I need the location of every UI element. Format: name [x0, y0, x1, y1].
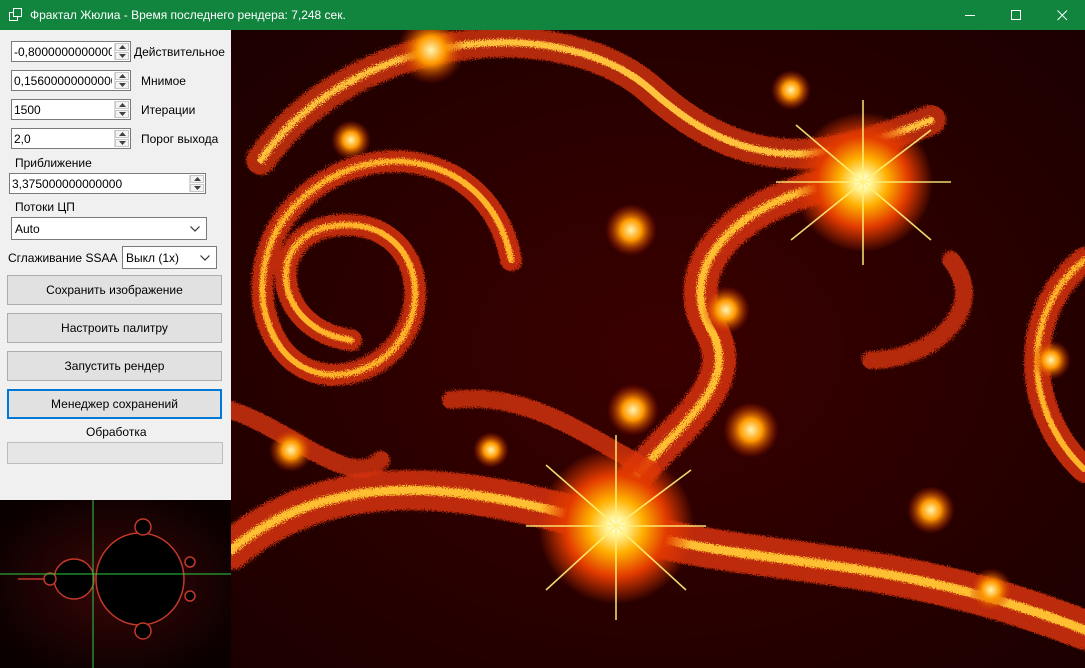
- threshold-label: Порог выхода: [141, 132, 219, 146]
- zoom-spinner[interactable]: 3,375000000000000: [9, 173, 206, 194]
- threads-value: Auto: [15, 222, 40, 236]
- app-icon: [9, 8, 22, 21]
- julia-fractal-image: [231, 30, 1085, 668]
- spinner-arrows: [189, 175, 204, 192]
- threads-dropdown[interactable]: Auto: [11, 217, 207, 240]
- start-render-button[interactable]: Запустить рендер: [7, 351, 222, 381]
- real-part-spinner[interactable]: -0,800000000000000: [11, 41, 131, 62]
- threshold-spinner[interactable]: 2,0: [11, 128, 131, 149]
- palette-button[interactable]: Настроить палитру: [7, 313, 222, 343]
- zoom-label: Приближение: [15, 156, 92, 170]
- title-bar: Фрактал Жюлиа - Время последнего рендера…: [0, 0, 1085, 30]
- spin-down-button[interactable]: [115, 52, 129, 60]
- close-button[interactable]: [1039, 0, 1085, 30]
- spin-up-button[interactable]: [190, 175, 204, 183]
- spin-down-button[interactable]: [190, 184, 204, 192]
- mandelbrot-preview[interactable]: [0, 500, 231, 668]
- spin-up-button[interactable]: [115, 43, 129, 51]
- iterations-label: Итерации: [141, 103, 196, 117]
- arrow-down-icon: [119, 83, 126, 87]
- iterations-spinner[interactable]: 1500: [11, 99, 131, 120]
- maximize-icon: [1011, 10, 1021, 20]
- progress-bar: [7, 442, 223, 464]
- minimize-icon: [965, 15, 975, 16]
- spin-down-button[interactable]: [115, 139, 129, 147]
- spin-down-button[interactable]: [115, 110, 129, 118]
- arrow-down-icon: [194, 186, 201, 190]
- arrow-up-icon: [119, 74, 126, 78]
- spin-down-button[interactable]: [115, 81, 129, 89]
- spinner-arrows: [114, 130, 129, 147]
- real-part-value[interactable]: -0,800000000000000: [14, 45, 112, 59]
- threads-label: Потоки ЦП: [15, 200, 75, 214]
- arrow-down-icon: [119, 112, 126, 116]
- arrow-up-icon: [119, 103, 126, 107]
- save-image-button[interactable]: Сохранить изображение: [7, 275, 222, 305]
- imag-part-spinner[interactable]: 0,156000000000000: [11, 70, 131, 91]
- imag-part-label: Мнимое: [141, 74, 186, 88]
- spin-up-button[interactable]: [115, 72, 129, 80]
- spin-up-button[interactable]: [115, 101, 129, 109]
- chevron-down-icon: [200, 255, 210, 261]
- fractal-render-view[interactable]: [231, 30, 1085, 668]
- maximize-button[interactable]: [993, 0, 1039, 30]
- mandelbrot-set-image: [0, 500, 231, 668]
- control-panel: -0,800000000000000 Действительное 0,1560…: [0, 30, 231, 500]
- close-icon: [1057, 10, 1068, 21]
- spinner-arrows: [114, 101, 129, 118]
- chevron-down-icon: [190, 226, 200, 232]
- spin-up-button[interactable]: [115, 130, 129, 138]
- ssaa-label: Сглаживание SSAA: [8, 251, 118, 265]
- save-manager-button[interactable]: Менеджер сохранений: [7, 389, 222, 419]
- spinner-arrows: [114, 72, 129, 89]
- arrow-down-icon: [119, 54, 126, 58]
- window-title: Фрактал Жюлиа - Время последнего рендера…: [30, 8, 346, 22]
- imag-part-value[interactable]: 0,156000000000000: [14, 74, 112, 88]
- real-part-label: Действительное: [134, 45, 225, 59]
- spinner-arrows: [114, 43, 129, 60]
- ssaa-value: Выкл (1x): [126, 251, 180, 265]
- ssaa-dropdown[interactable]: Выкл (1x): [122, 246, 217, 269]
- processing-label: Обработка: [86, 425, 147, 439]
- arrow-down-icon: [119, 141, 126, 145]
- arrow-up-icon: [194, 177, 201, 181]
- iterations-value[interactable]: 1500: [14, 103, 112, 117]
- arrow-up-icon: [119, 132, 126, 136]
- arrow-up-icon: [119, 45, 126, 49]
- minimize-button[interactable]: [947, 0, 993, 30]
- threshold-value[interactable]: 2,0: [14, 132, 112, 146]
- zoom-value[interactable]: 3,375000000000000: [12, 177, 187, 191]
